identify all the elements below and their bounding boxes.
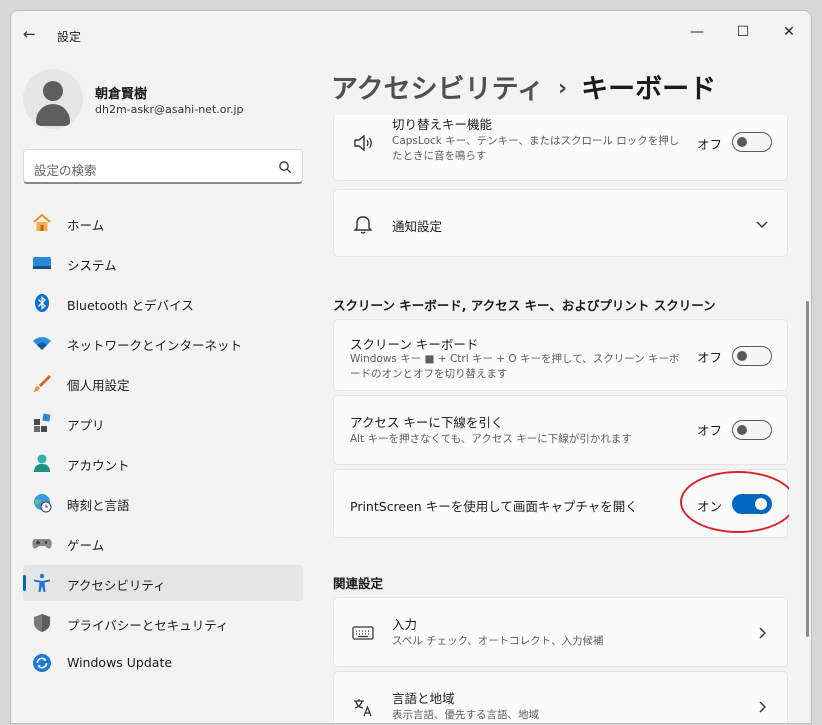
section-header-related: 関連設定: [333, 576, 384, 591]
close-button[interactable]: ✕: [766, 17, 811, 47]
highlight-ring-annotation: [680, 471, 789, 533]
minimize-button[interactable]: —: [674, 17, 720, 47]
sidebar-item-label: プライバシーとセキュリティ: [67, 618, 229, 633]
settings-window: ← 設定 — ☐ ✕ 朝倉賢樹 dh2m-askr@asahi-net.or.j…: [10, 10, 812, 724]
chevron-right-icon: [759, 701, 766, 713]
sidebar-item-label: 時刻と言語: [67, 498, 130, 513]
language-icon: [354, 699, 372, 717]
input-title: 入力: [392, 617, 418, 632]
avatar: [23, 69, 83, 129]
sidebar-item-label: Windows Update: [67, 655, 173, 670]
page-title: キーボード: [581, 74, 717, 105]
profile-email: dh2m-askr@asahi-net.or.jp: [95, 103, 244, 116]
title-bar: ← 設定 — ☐ ✕: [11, 11, 811, 57]
scrollbar[interactable]: [806, 301, 809, 637]
sidebar-item-home[interactable]: ホーム: [23, 205, 303, 241]
app-title: 設定: [57, 30, 82, 44]
sidebar-item-label: ゲーム: [67, 538, 105, 553]
input-desc: スペル チェック、オートコレクト、入力候補: [392, 635, 604, 647]
apps-icon: [34, 413, 51, 432]
sidebar-item-label: ホーム: [67, 218, 105, 233]
language-card[interactable]: 言語と地域 表示言語、優先する言語、地域: [333, 671, 788, 723]
access-keys-card: アクセス キーに下線を引く Alt キーを押さなくても、アクセス キーに下線が引…: [333, 395, 788, 465]
breadcrumb-separator: ›: [558, 76, 568, 101]
sidebar-item-personalization[interactable]: 個人用設定: [23, 365, 303, 401]
shield-icon: [34, 614, 50, 632]
search-input[interactable]: 設定の検索: [23, 149, 303, 184]
screen-keyboard-title: スクリーン キーボード: [350, 337, 479, 352]
account-icon: [34, 454, 50, 472]
sidebar-item-label: 個人用設定: [67, 378, 130, 393]
sidebar-item-network[interactable]: ネットワークとインターネット: [23, 325, 303, 361]
sidebar-item-system[interactable]: システム: [23, 245, 303, 281]
screen-keyboard-state: オフ: [697, 350, 723, 365]
breadcrumb-parent[interactable]: アクセシビリティ: [331, 74, 544, 105]
speaker-icon: [354, 134, 372, 152]
wifi-icon: [33, 337, 51, 350]
sidebar-item-gaming[interactable]: ゲーム: [23, 525, 303, 561]
maximize-button[interactable]: ☐: [720, 17, 766, 47]
user-profile[interactable]: 朝倉賢樹 dh2m-askr@asahi-net.or.jp: [23, 69, 313, 129]
profile-name: 朝倉賢樹: [95, 87, 148, 102]
globe-clock-icon: [34, 494, 52, 513]
section-header-screen: スクリーン キーボード, アクセス キー、およびプリント スクリーン: [333, 298, 716, 313]
sidebar-item-apps[interactable]: アプリ: [23, 405, 303, 441]
sidebar-item-label: アクセシビリティ: [67, 578, 166, 593]
system-icon: [33, 257, 51, 269]
access-keys-state: オフ: [697, 423, 723, 438]
toggle-keys-desc: CapsLock キー、テンキー、またはスクロール ロックを押したときに音を鳴ら…: [392, 135, 680, 162]
chevron-right-icon: [759, 627, 766, 639]
sidebar-item-label: ネットワークとインターネット: [67, 338, 243, 353]
sidebar-item-label: システム: [67, 258, 117, 273]
screen-keyboard-switch[interactable]: [732, 346, 772, 366]
notifications-title: 通知設定: [392, 219, 443, 234]
update-icon: [33, 654, 51, 672]
back-arrow-icon[interactable]: ←: [23, 25, 41, 43]
search-placeholder: 設定の検索: [34, 163, 97, 178]
main-content: 切り替えキー機能 CapsLock キー、テンキー、またはスクロール ロックを押…: [333, 115, 789, 723]
screen-keyboard-card: スクリーン キーボード Windows キー ■ + Ctrl キー + O キ…: [333, 319, 788, 391]
home-icon: [33, 213, 51, 231]
toggle-keys-card: 切り替えキー機能 CapsLock キー、テンキー、またはスクロール ロックを押…: [333, 115, 788, 181]
toggle-keys-title: 切り替えキー機能: [392, 117, 493, 132]
toggle-keys-switch[interactable]: [732, 132, 772, 152]
breadcrumb: アクセシビリティ › キーボード: [331, 67, 716, 106]
sidebar-nav: ホーム システム Bluetooth とデバイス ネットワークとインターネット: [23, 205, 303, 685]
language-desc: 表示言語、優先する言語、地域: [392, 709, 539, 721]
sidebar-item-label: アカウント: [67, 458, 130, 473]
sidebar-item-label: アプリ: [67, 418, 105, 433]
sidebar-item-time-language[interactable]: 時刻と言語: [23, 485, 303, 521]
language-title: 言語と地域: [392, 691, 455, 706]
brush-icon: [33, 375, 51, 392]
sidebar-item-bluetooth[interactable]: Bluetooth とデバイス: [23, 285, 303, 321]
keyboard-icon: [352, 626, 374, 640]
bluetooth-icon: [35, 294, 49, 312]
search-icon: [279, 161, 292, 174]
access-keys-title: アクセス キーに下線を引く: [350, 415, 504, 430]
sidebar-item-label: Bluetooth とデバイス: [67, 298, 194, 313]
access-keys-switch[interactable]: [732, 420, 772, 440]
sidebar-item-accessibility[interactable]: アクセシビリティ: [23, 565, 303, 601]
input-card[interactable]: 入力 スペル チェック、オートコレクト、入力候補: [333, 597, 788, 667]
accessibility-icon: [34, 573, 50, 592]
sidebar-item-accounts[interactable]: アカウント: [23, 445, 303, 481]
bell-icon: [353, 216, 373, 234]
notifications-card[interactable]: 通知設定: [333, 189, 788, 257]
access-keys-desc: Alt キーを押さなくても、アクセス キーに下線が引かれます: [350, 433, 632, 445]
sidebar-item-windows-update[interactable]: Windows Update: [23, 645, 303, 681]
gamepad-icon: [32, 539, 52, 549]
toggle-keys-state: オフ: [697, 137, 723, 152]
screen-keyboard-desc: Windows キー ■ + Ctrl キー + O キーを押して、スクリーン …: [350, 353, 680, 380]
chevron-down-icon: [756, 221, 768, 228]
sidebar-item-privacy[interactable]: プライバシーとセキュリティ: [23, 605, 303, 641]
printscreen-title: PrintScreen キーを使用して画面キャプチャを開く: [350, 499, 638, 514]
